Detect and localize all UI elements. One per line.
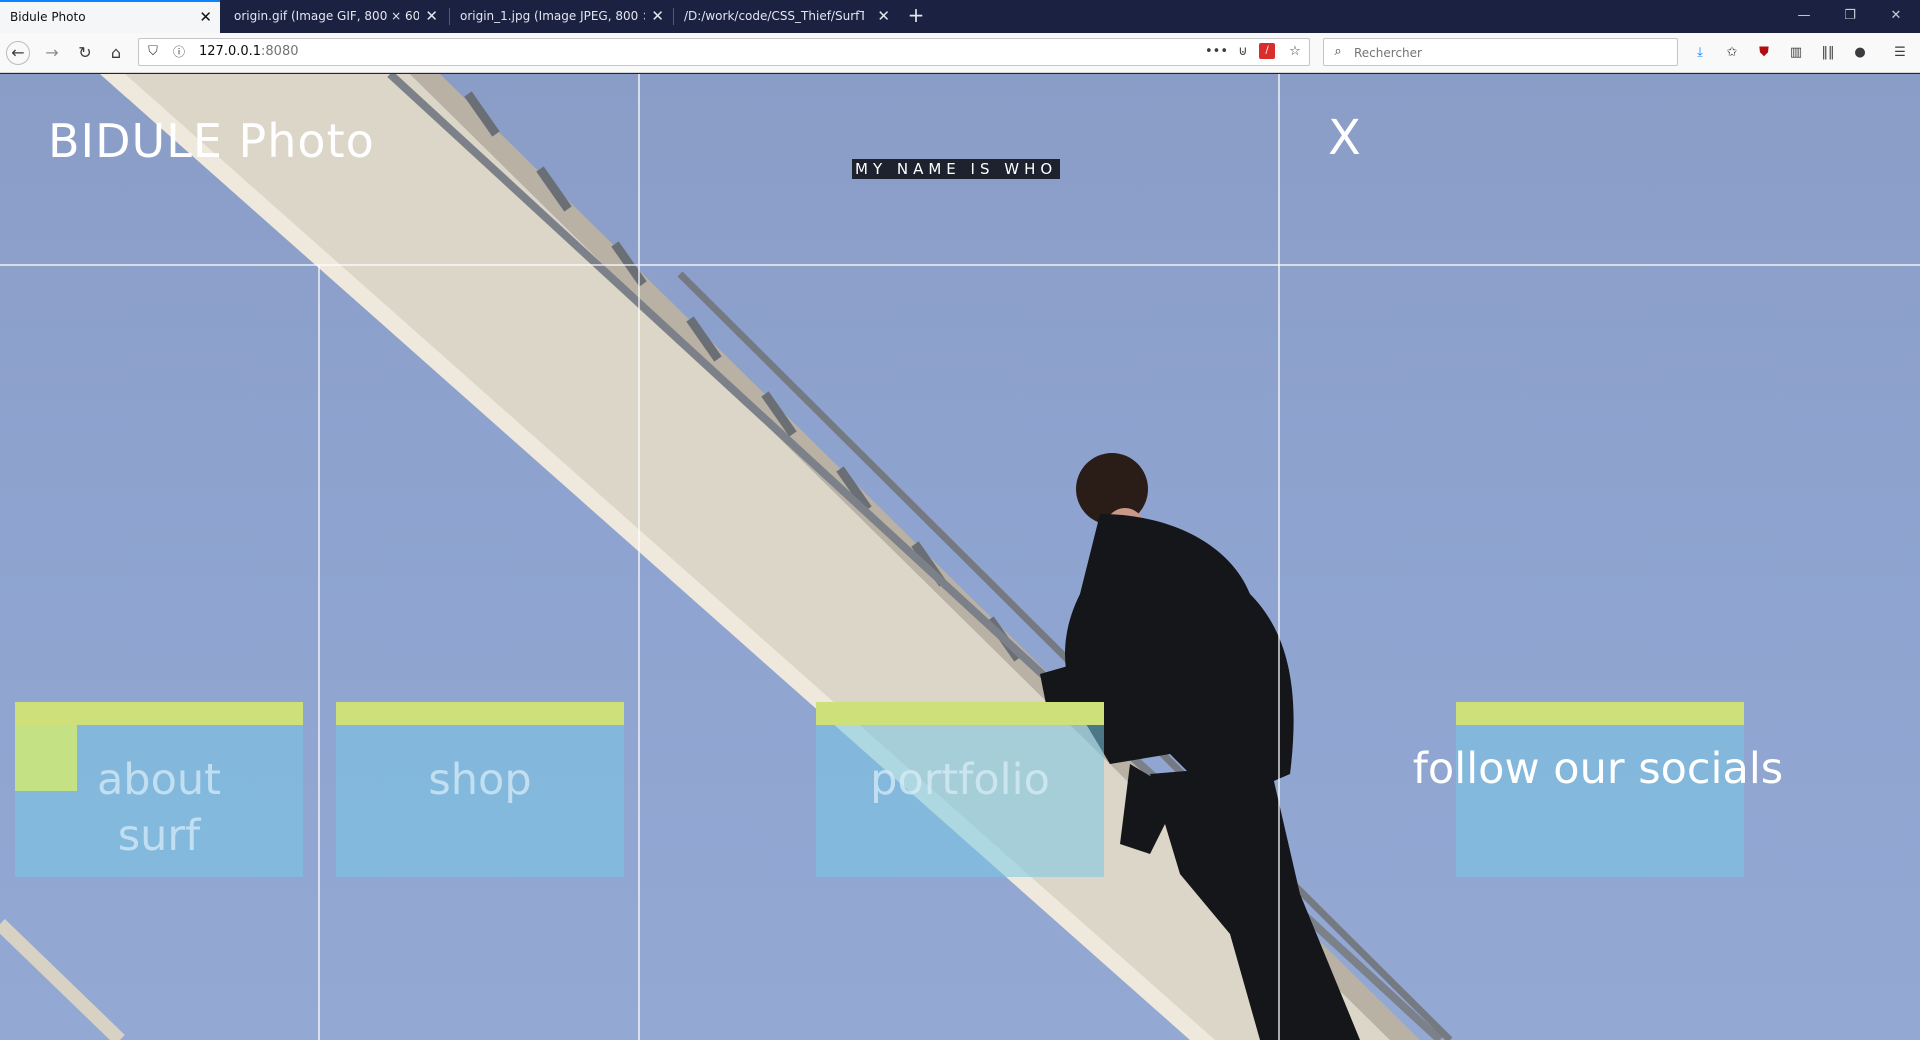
nav-card-about-surf[interactable]: about surf [15,702,303,877]
tab-title: origin.gif (Image GIF, 800 × 600 pixels) [234,9,419,23]
extension-red-icon[interactable]: ∕ [1259,43,1275,59]
tab-file-path[interactable]: /D:/work/code/CSS_Thief/SurfToPhoto ✕ [674,0,898,33]
new-tab-plus-icon[interactable]: + [904,0,928,33]
sidebar-icon[interactable]: ▥ [1786,43,1806,63]
nav-card-shop[interactable]: shop [336,702,624,877]
bookmark-star-icon[interactable]: ☆ [1285,42,1305,62]
card-label-about: about [96,755,222,805]
tab-close-icon[interactable]: ✕ [651,0,664,33]
tagline: MY NAME IS WHO [852,159,1061,179]
navigation-toolbar: ← → ↻ ⌂ ⛉ ⓘ 127.0.0.1:8080 ••• ⊍ ∕ ☆ ⌕ ⤓… [0,33,1920,73]
tab-origin-jpg[interactable]: origin_1.jpg (Image JPEG, 800 × 600 pixe… [450,0,672,33]
url-host: 127.0.0.1 [199,44,262,59]
pocket-icon[interactable]: ⊍ [1233,42,1253,62]
minimize-icon[interactable]: — [1782,0,1826,33]
site-logo[interactable]: BIDULE Photo [48,114,375,168]
page-actions-icon[interactable]: ••• [1205,42,1228,62]
tab-bidule-photo[interactable]: Bidule Photo ✕ [0,0,220,33]
tab-close-icon[interactable]: ✕ [877,0,890,33]
window-close-icon[interactable]: ✕ [1874,0,1918,33]
account-icon[interactable]: ● [1850,43,1870,63]
library-icon[interactable]: ‖‖ [1818,43,1838,63]
downloads-icon[interactable]: ⤓ [1690,43,1710,63]
tab-bar: Bidule Photo ✕ origin.gif (Image GIF, 80… [0,0,1920,33]
search-icon: ⌕ [1334,44,1342,59]
back-arrow-icon[interactable]: ← [6,41,30,65]
card-label-portfolio: portfolio [870,755,1050,805]
search-input[interactable] [1352,41,1666,65]
web-page: BIDULE Photo MY NAME IS WHO X about surf… [0,74,1920,1040]
card-accent-bar [1456,702,1744,725]
url-port: :8080 [261,44,299,59]
card-label-surf: surf [117,811,201,861]
tab-close-icon[interactable]: ✕ [199,2,212,33]
card-accent-bar [336,702,624,725]
hero-photo [0,74,1920,1040]
search-bar[interactable]: ⌕ [1323,38,1678,66]
close-menu-button[interactable]: X [1328,114,1361,162]
url-bar[interactable]: ⛉ ⓘ 127.0.0.1:8080 ••• ⊍ ∕ ☆ [138,38,1310,66]
tab-title: /D:/work/code/CSS_Thief/SurfToPhoto [684,9,864,23]
tab-title: Bidule Photo [10,10,86,24]
tab-close-icon[interactable]: ✕ [425,0,438,33]
menu-hamburger-icon[interactable]: ☰ [1890,43,1910,63]
site-info-icon[interactable]: ⓘ [169,42,189,62]
ublock-icon[interactable]: ⛊ [1754,43,1774,63]
reload-icon[interactable]: ↻ [73,41,97,65]
tracking-shield-icon[interactable]: ⛉ [143,42,163,62]
nav-card-portfolio[interactable]: portfolio [816,702,1104,877]
card-label-shop: shop [428,755,532,805]
restore-icon[interactable]: ❐ [1828,0,1872,33]
card-accent-bar [816,702,1104,725]
card-accent-bar [15,702,303,725]
home-icon[interactable]: ⌂ [104,41,128,65]
card-label-socials[interactable]: follow our socials [1398,744,1798,794]
library-star-icon[interactable]: ✩ [1722,43,1742,63]
forward-arrow-icon[interactable]: → [40,41,64,65]
tab-origin-gif[interactable]: origin.gif (Image GIF, 800 × 600 pixels)… [224,0,446,33]
tab-title: origin_1.jpg (Image JPEG, 800 × 600 pixe… [460,9,645,23]
url-text[interactable]: 127.0.0.1:8080 [199,39,299,65]
